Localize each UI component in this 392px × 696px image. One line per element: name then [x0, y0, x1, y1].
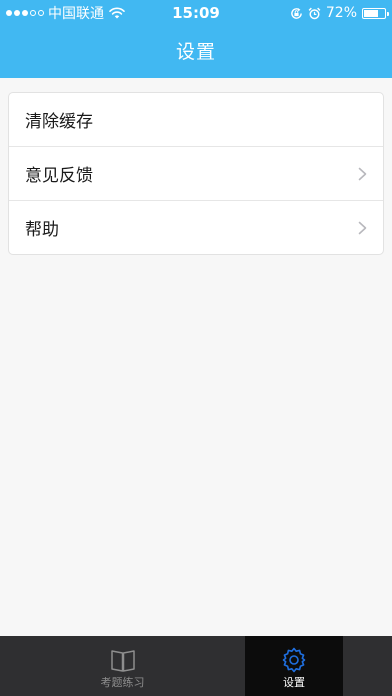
tab-label: 设置 — [283, 676, 305, 689]
alarm-icon — [308, 7, 321, 19]
rotation-lock-icon — [291, 7, 302, 19]
tab-label: 考题练习 — [100, 676, 145, 689]
tab-exam-practice[interactable]: 考题练习 — [0, 636, 245, 696]
settings-item-feedback[interactable]: 意见反馈 — [9, 147, 383, 201]
battery-level — [364, 9, 379, 17]
tab-settings[interactable]: 设置 — [245, 636, 343, 696]
status-bar-right: 72% — [290, 4, 389, 22]
settings-item-label: 清除缓存 — [25, 112, 93, 132]
settings-list: 清除缓存 意见反馈 帮助 — [8, 92, 384, 255]
battery-icon — [362, 7, 389, 19]
settings-item-label: 帮助 — [25, 220, 59, 240]
status-bar: 中国联通 15:09 72% — [0, 0, 392, 26]
gear-icon — [282, 647, 306, 673]
settings-item-label: 意见反馈 — [25, 166, 93, 186]
app-header: 中国联通 15:09 72% 设置 — [0, 0, 392, 78]
tab-bar-spacer — [343, 636, 392, 696]
tab-bar: 考题练习 设置 — [0, 636, 392, 696]
book-icon — [110, 650, 135, 672]
settings-item-help[interactable]: 帮助 — [9, 201, 383, 254]
settings-item-clear-cache[interactable]: 清除缓存 — [9, 93, 383, 147]
battery-percent: 72% — [325, 5, 357, 21]
chevron-right-icon — [358, 167, 367, 180]
chevron-right-icon — [358, 221, 367, 234]
page-title: 设置 — [175, 41, 216, 63]
